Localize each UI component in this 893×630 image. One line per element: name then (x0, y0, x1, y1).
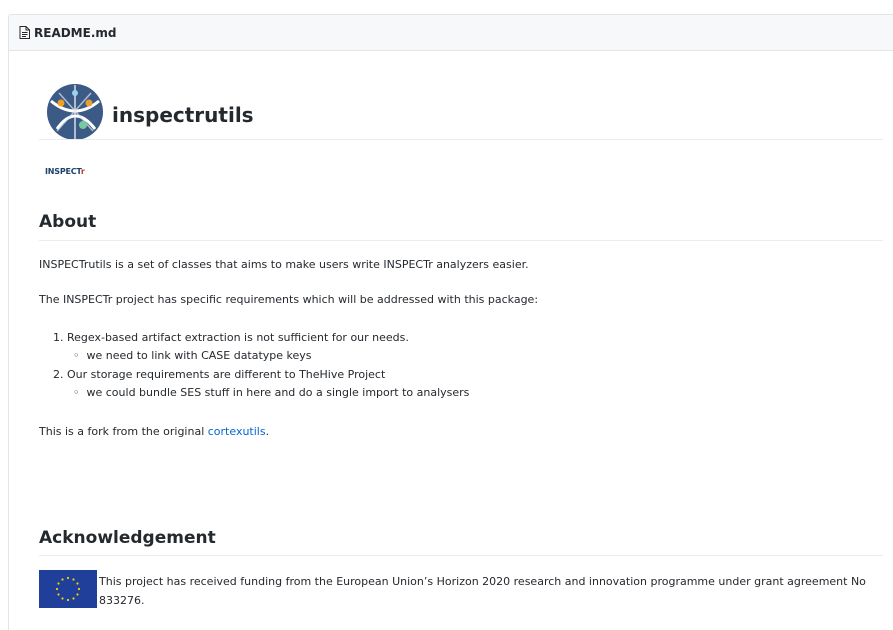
acknowledgement-heading: Acknowledgement (39, 528, 216, 548)
eu-star (66, 598, 70, 602)
bullet-icon: ◦ (73, 349, 80, 362)
readme-filename: README.md (34, 25, 117, 40)
eu-flag-icon (39, 570, 97, 608)
list-item: 1. Regex-based artifact extraction is no… (53, 331, 409, 344)
title-divider (39, 139, 883, 140)
about-heading: About (39, 212, 97, 232)
acknowledgement-divider (39, 555, 883, 556)
bullet-icon: ◦ (73, 386, 80, 399)
eu-star (55, 587, 59, 591)
readme-body: INSPECTr inspectrutils About INSPECTruti… (9, 52, 893, 630)
eu-star (72, 578, 75, 581)
eu-star (76, 582, 79, 585)
readme-card: README.md INSPECTr inspectrutils About I… (8, 14, 893, 630)
eu-star (61, 597, 64, 600)
eu-star (57, 593, 60, 596)
file-icon (19, 26, 30, 39)
sub-list-item: ◦ we need to link with CASE datatype key… (73, 349, 312, 362)
acknowledgement-text: This project has received funding from t… (99, 575, 866, 607)
eu-star (66, 576, 70, 580)
readme-header: README.md (9, 15, 893, 51)
sub-list-item: ◦ we could bundle SES stuff in here and … (73, 386, 470, 399)
globe-network-icon (47, 84, 103, 140)
eu-star (72, 597, 75, 600)
about-intro: INSPECTrutils is a set of classes that a… (39, 258, 529, 271)
requirements-intro: The INSPECTr project has specific requir… (39, 293, 539, 306)
fork-note: This is a fork from the original cortexu… (39, 425, 270, 438)
list-item: 2. Our storage requirements are differen… (53, 368, 386, 381)
inspectr-logo: INSPECTr (37, 81, 111, 176)
eu-star (61, 578, 64, 581)
eu-star (57, 582, 60, 585)
logo-caption: INSPECTr (45, 167, 85, 176)
about-divider (39, 240, 883, 241)
page-title: inspectrutils (112, 103, 254, 127)
eu-star (76, 593, 79, 596)
cortexutils-link[interactable]: cortexutils (208, 425, 266, 438)
eu-star (77, 587, 81, 591)
